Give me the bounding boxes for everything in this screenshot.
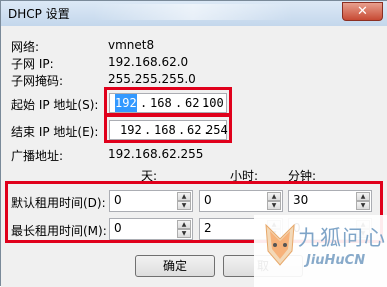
close-button[interactable]: ✕ — [342, 2, 383, 21]
broadcast-label: 广播地址: — [11, 149, 64, 163]
end-ip-highlight — [104, 114, 232, 143]
title-glow — [93, 4, 293, 20]
subnet-ip-value: 192.168.62.0 — [108, 55, 189, 69]
watermark-en-text: JiuHuCN — [306, 253, 366, 268]
network-value: vmnet8 — [108, 38, 155, 52]
broadcast-value: 192.168.62.255 — [108, 147, 204, 161]
subnet-ip-label: 子网 IP: — [11, 57, 54, 71]
watermark: 九狐问心 JiuHuCN — [254, 215, 387, 287]
subnet-mask-value: 255.255.255.0 — [108, 72, 196, 86]
start-ip-highlight — [104, 87, 232, 116]
title-bar[interactable]: DHCP 设置 ✕ — [1, 1, 387, 26]
ok-button[interactable]: 确定 — [135, 255, 215, 277]
dhcp-settings-window: DHCP 设置 ✕ 网络: vmnet8 子网 IP: 192.168.62.0… — [0, 0, 387, 287]
window-title: DHCP 设置 — [8, 7, 70, 21]
start-ip-label: 起始 IP 地址(S): — [11, 98, 99, 112]
network-label: 网络: — [11, 40, 40, 54]
subnet-mask-label: 子网掩码: — [11, 74, 64, 88]
end-ip-label: 结束 IP 地址(E): — [11, 125, 99, 139]
watermark-cn-text: 九狐问心 — [298, 226, 386, 250]
fox-logo-icon — [265, 223, 295, 266]
